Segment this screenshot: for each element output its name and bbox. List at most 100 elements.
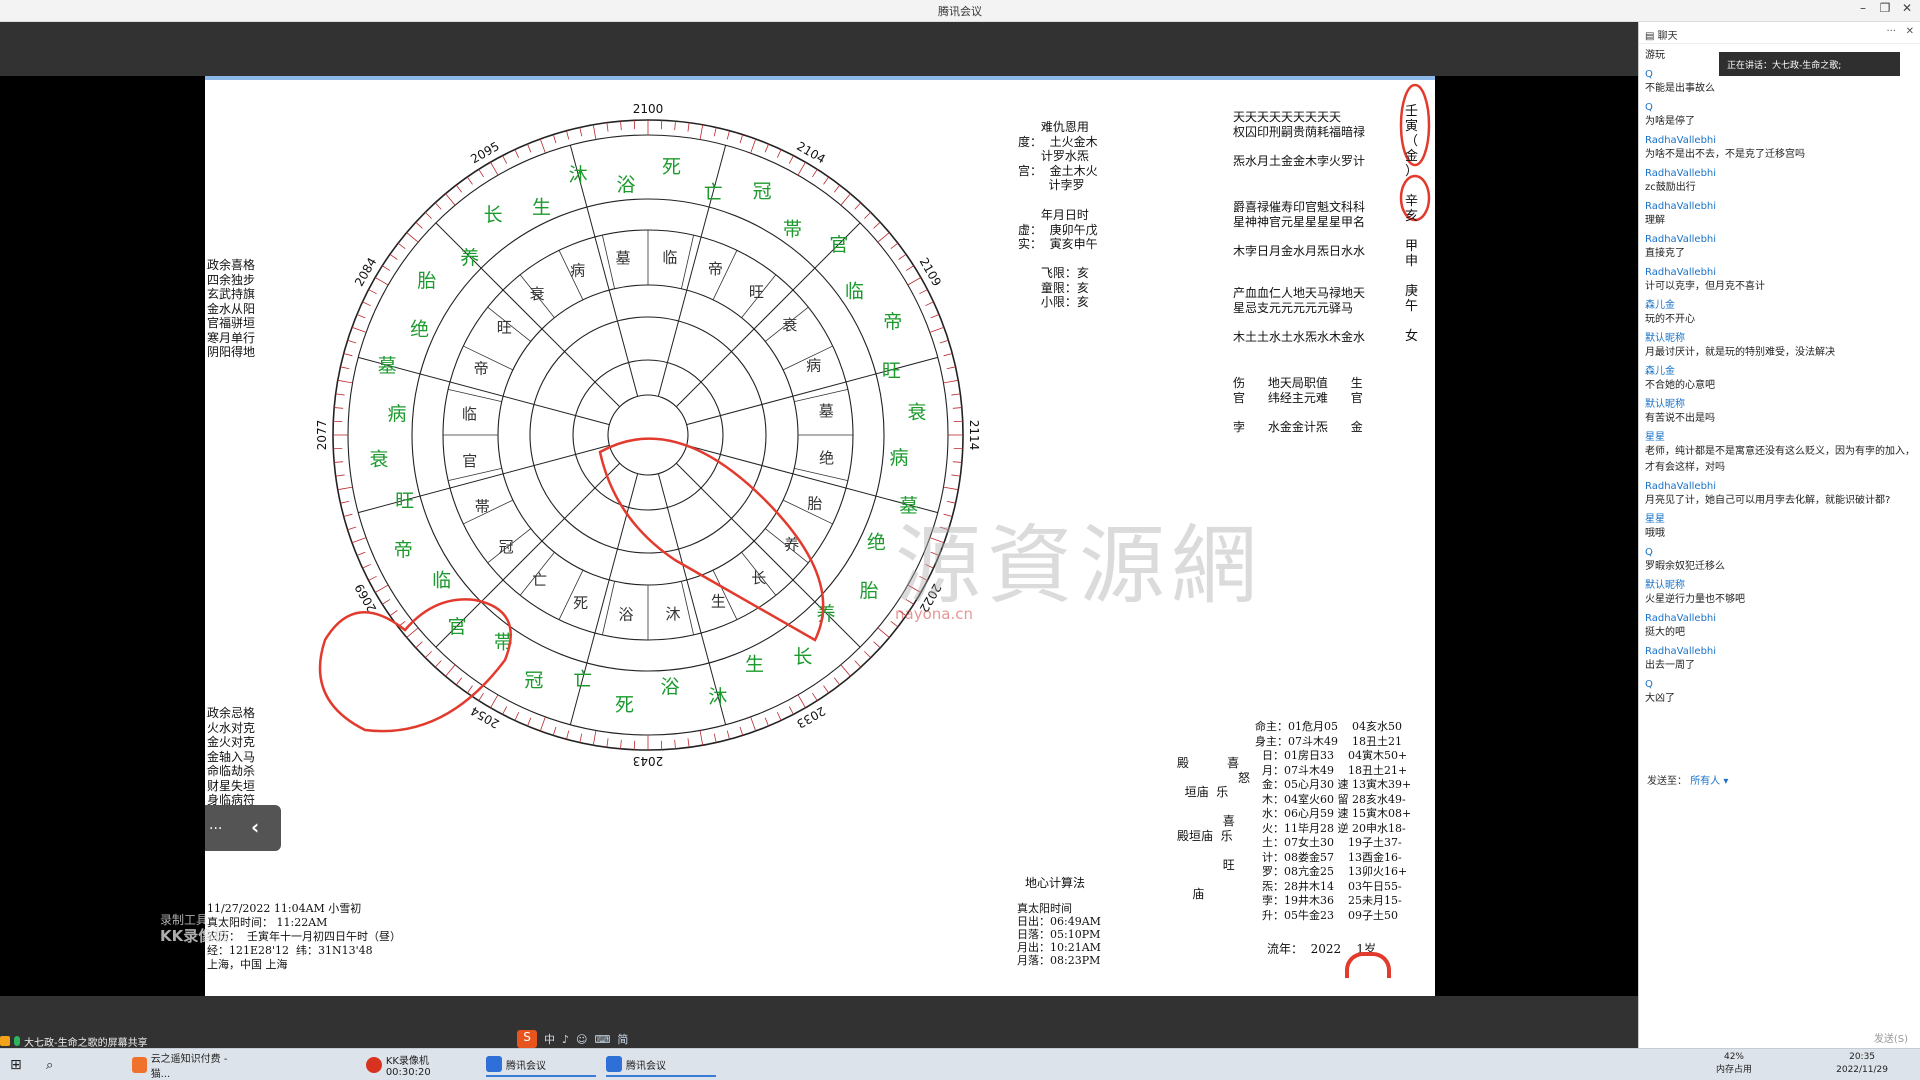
degree-tick bbox=[898, 253, 907, 260]
minimize-button[interactable]: – bbox=[1852, 1, 1874, 15]
sogou-ime-icon[interactable]: S bbox=[517, 1030, 537, 1048]
chat-text: 火星逆行力量也不够吧 bbox=[1645, 594, 1745, 605]
degree-tick bbox=[854, 202, 862, 210]
chat-sender[interactable]: RadhaVallebhi bbox=[1645, 266, 1915, 279]
chat-sender[interactable]: 默认昵称 bbox=[1645, 579, 1915, 592]
chat-sender[interactable]: RadhaVallebhi bbox=[1645, 233, 1915, 246]
chat-text: 月亮见了计，她自己可以用月孛去化解，就能识破计都? bbox=[1645, 495, 1891, 506]
chat-close-button[interactable]: ✕ bbox=[1906, 26, 1914, 37]
window-title: 腾讯会议 bbox=[938, 5, 982, 18]
collapse-panel-button[interactable]: ... ‹ bbox=[205, 805, 281, 851]
star-glyph: 临 bbox=[432, 570, 451, 592]
degree-tick bbox=[334, 461, 344, 463]
ime-item[interactable]: ⌨ bbox=[595, 1033, 611, 1046]
send-button[interactable]: 发送(S) bbox=[1874, 1030, 1908, 1045]
taskbar-app-meeting-1[interactable]: 腾讯会议 bbox=[486, 1053, 596, 1077]
ime-item[interactable]: 中 bbox=[544, 1031, 555, 1047]
chat-sender[interactable]: 森儿金 bbox=[1645, 365, 1915, 378]
memory-usage[interactable]: 42% 内存占用 bbox=[1716, 1051, 1752, 1077]
chat-sender[interactable]: RadhaVallebhi bbox=[1645, 480, 1915, 493]
search-icon[interactable]: ⌕ bbox=[46, 1053, 53, 1077]
star-glyph: 临 bbox=[845, 280, 864, 302]
degree-tick bbox=[368, 289, 377, 295]
chat-message: 森儿金 不合她的心意吧 bbox=[1645, 365, 1915, 394]
year-label: 2054 bbox=[468, 704, 501, 731]
degree-tick bbox=[343, 353, 353, 357]
degree-tick bbox=[335, 474, 345, 477]
tencent-meeting-icon bbox=[486, 1056, 502, 1072]
chat-input[interactable] bbox=[1645, 790, 1913, 1020]
star-glyph: 帝 bbox=[394, 539, 413, 561]
start-button[interactable]: ⊞ bbox=[10, 1053, 22, 1077]
degree-tick bbox=[478, 169, 484, 178]
star-glyph: 冠 bbox=[524, 670, 543, 692]
star-glyph: 帯 bbox=[783, 219, 802, 241]
chat-sender[interactable]: 默认昵称 bbox=[1645, 398, 1915, 411]
chat-sender[interactable]: RadhaVallebhi bbox=[1645, 200, 1915, 213]
kk-line1: 录制工具 bbox=[160, 913, 209, 927]
close-button[interactable]: ✕ bbox=[1896, 1, 1918, 15]
star-glyph: 冠 bbox=[753, 180, 772, 202]
kk-recorder-watermark: 录制工具 KK录像机 bbox=[160, 912, 228, 944]
dignities-column: 殿 喜 怒 垣庙 乐 喜 殿垣庙 乐 旺 庙 bbox=[1177, 756, 1251, 901]
star-glyph: 衰 bbox=[370, 449, 389, 471]
chat-header: ▤ 聊天 ··· ✕ bbox=[1639, 22, 1920, 44]
chat-sender[interactable]: 星星 bbox=[1645, 513, 1915, 526]
ime-item[interactable]: ☺ bbox=[576, 1033, 587, 1046]
ime-toolbar[interactable]: S 中 ♪ ☺ ⌨ 简 bbox=[517, 1030, 628, 1048]
ime-item[interactable]: ♪ bbox=[562, 1033, 569, 1046]
screen-share-label[interactable]: 大七政-生命之歌的屏幕共享 bbox=[0, 1034, 148, 1049]
send-to-select[interactable]: 所有人 bbox=[1690, 776, 1720, 787]
degree-tick bbox=[592, 730, 597, 746]
chat-sender[interactable]: RadhaVallebhi bbox=[1645, 167, 1915, 180]
chat-sender[interactable]: RadhaVallebhi bbox=[1645, 645, 1915, 658]
chat-message: 森儿金 玩的不开心 bbox=[1645, 299, 1915, 328]
chat-sender[interactable]: RadhaVallebhi bbox=[1645, 612, 1915, 625]
mic-icon bbox=[14, 1036, 20, 1046]
degree-tick bbox=[674, 121, 676, 131]
degree-tick bbox=[890, 242, 899, 250]
chat-sender[interactable]: RadhaVallebhi bbox=[1645, 134, 1915, 147]
degree-tick bbox=[952, 407, 962, 409]
degree-tick bbox=[929, 326, 945, 333]
ime-item[interactable]: 简 bbox=[617, 1031, 628, 1047]
star-glyph: 旺 bbox=[395, 490, 414, 512]
chat-sender[interactable]: Q bbox=[1645, 678, 1915, 691]
clock-date: 2022/11/29 bbox=[1836, 1065, 1888, 1075]
taskbar-app-meeting-2[interactable]: 腾讯会议 bbox=[606, 1053, 716, 1077]
taskbar-app-kk[interactable]: KK录像机 00:30:20 bbox=[366, 1053, 476, 1078]
degree-tick bbox=[527, 143, 532, 153]
chat-text: 月最讨厌计，就是玩的特别难受，没法解决 bbox=[1645, 347, 1835, 358]
chat-icon: ▤ bbox=[1645, 31, 1658, 42]
taskbar-app-browser[interactable]: 云之遥知识付费 - 猫... bbox=[132, 1053, 242, 1080]
mansion-divider bbox=[448, 388, 502, 403]
degree-tick bbox=[337, 486, 353, 491]
mansion-glyph: 帝 bbox=[708, 260, 723, 278]
degree-tick bbox=[397, 242, 406, 250]
degree-tick bbox=[424, 651, 432, 659]
chat-sender[interactable]: 森儿金 bbox=[1645, 299, 1915, 312]
star-glyph: 亡 bbox=[704, 182, 723, 204]
kk-recorder-icon bbox=[366, 1057, 382, 1073]
year-label: 2100 bbox=[633, 102, 664, 116]
degree-tick bbox=[764, 143, 769, 153]
degree-tick bbox=[919, 289, 928, 295]
chat-sender[interactable]: 星星 bbox=[1645, 431, 1915, 444]
system-clock[interactable]: 20:35 2022/11/29 bbox=[1836, 1051, 1888, 1077]
mansion-glyph: 病 bbox=[806, 357, 821, 375]
mansion-glyph: 生 bbox=[711, 593, 726, 611]
chat-more-button[interactable]: ··· bbox=[1886, 26, 1896, 37]
mansion-glyph: 衰 bbox=[530, 285, 545, 303]
chat-sender[interactable]: 默认昵称 bbox=[1645, 332, 1915, 345]
chat-sender[interactable]: Q bbox=[1645, 101, 1915, 114]
watermark-url: nayona.cn bbox=[895, 605, 973, 623]
bottom-left-info: 11/27/2022 11:04AM 小雪初 真太阳时间： 11:22AM 农历… bbox=[207, 902, 401, 971]
chat-sender[interactable]: Q bbox=[1645, 546, 1915, 559]
chat-message: RadhaVallebhi 为啥不是出不去，不是克了迁移宫吗 bbox=[1645, 134, 1915, 163]
degree-tick bbox=[750, 716, 757, 732]
degree-tick bbox=[389, 610, 398, 617]
degree-tick bbox=[335, 393, 345, 396]
restore-button[interactable]: ❐ bbox=[1874, 1, 1896, 15]
chat-text: 为啥是停了 bbox=[1645, 116, 1695, 127]
degree-tick bbox=[620, 121, 622, 131]
